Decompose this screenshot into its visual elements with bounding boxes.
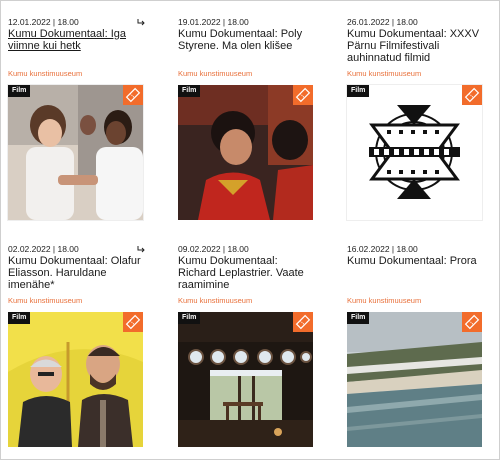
event-date-time: 09.02.2022 | 18.00 bbox=[178, 244, 249, 254]
event-image[interactable]: Film bbox=[178, 312, 313, 447]
event-title[interactable]: Kumu Dokumentaal: Olafur Eliasson. Harul… bbox=[8, 255, 146, 291]
event-image[interactable]: Film bbox=[8, 85, 143, 220]
ticket-icon[interactable] bbox=[293, 312, 313, 332]
share-arrow-icon[interactable] bbox=[136, 244, 146, 254]
event-title[interactable]: Kumu Dokumentaal: Poly Styrene. Ma olen … bbox=[178, 28, 316, 52]
event-date-time: 02.02.2022 | 18.00 bbox=[8, 244, 79, 254]
ticket-icon[interactable] bbox=[293, 85, 313, 105]
event-venue[interactable]: Kumu kunstimuuseum bbox=[347, 296, 421, 305]
share-arrow-icon[interactable] bbox=[136, 17, 146, 27]
event-venue[interactable]: Kumu kunstimuuseum bbox=[347, 69, 421, 78]
event-date-time: 19.01.2022 | 18.00 bbox=[178, 17, 249, 27]
event-title[interactable]: Kumu Dokumentaal: Richard Leplastrier. V… bbox=[178, 255, 316, 291]
event-venue[interactable]: Kumu kunstimuuseum bbox=[178, 296, 252, 305]
event-venue[interactable]: Kumu kunstimuuseum bbox=[8, 296, 82, 305]
ticket-icon[interactable] bbox=[462, 85, 482, 105]
event-date-time: 12.01.2022 | 18.00 bbox=[8, 17, 79, 27]
film-tag: Film bbox=[178, 312, 201, 324]
film-tag: Film bbox=[347, 312, 370, 324]
ticket-icon[interactable] bbox=[123, 85, 143, 105]
festival-logo bbox=[347, 85, 482, 220]
event-venue[interactable]: Kumu kunstimuuseum bbox=[178, 69, 252, 78]
event-image[interactable]: Film bbox=[178, 85, 313, 220]
event-image[interactable]: Film bbox=[347, 312, 482, 447]
event-title[interactable]: Kumu Dokumentaal: XXXV Pärnu Filmifestiv… bbox=[347, 28, 485, 64]
event-date-time: 26.01.2022 | 18.00 bbox=[347, 17, 418, 27]
event-image[interactable]: Film bbox=[347, 85, 482, 220]
event-title[interactable]: Kumu Dokumentaal: Iga viimne kui hetk bbox=[8, 28, 146, 52]
film-tag: Film bbox=[8, 85, 31, 97]
film-tag: Film bbox=[347, 85, 370, 97]
film-tag: Film bbox=[8, 312, 31, 324]
film-tag: Film bbox=[178, 85, 201, 97]
event-date-time: 16.02.2022 | 18.00 bbox=[347, 244, 418, 254]
event-venue[interactable]: Kumu kunstimuuseum bbox=[8, 69, 82, 78]
ticket-icon[interactable] bbox=[462, 312, 482, 332]
event-image[interactable]: Film bbox=[8, 312, 143, 447]
event-title[interactable]: Kumu Dokumentaal: Prora bbox=[347, 255, 485, 267]
ticket-icon[interactable] bbox=[123, 312, 143, 332]
